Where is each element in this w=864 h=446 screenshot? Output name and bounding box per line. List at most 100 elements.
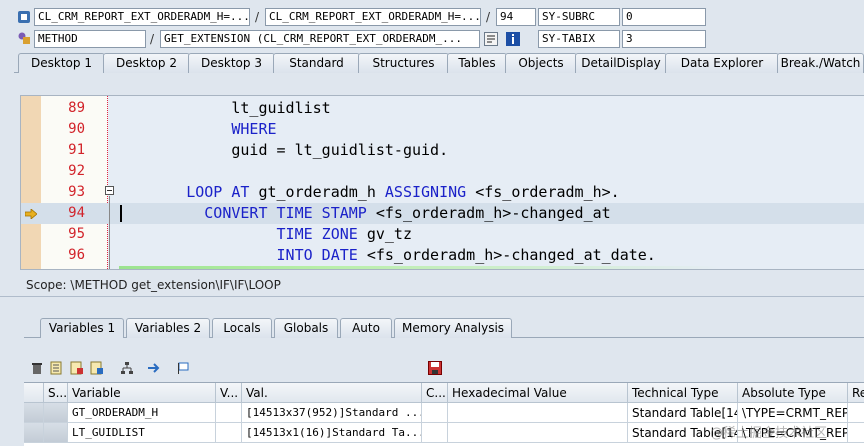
row-selector[interactable] <box>24 403 44 423</box>
table-cell[interactable] <box>216 403 242 423</box>
event-type-field[interactable]: METHOD <box>34 30 146 48</box>
column-header[interactable]: V... <box>216 383 242 403</box>
tab-auto[interactable]: Auto <box>340 318 392 338</box>
hierarchy-icon[interactable] <box>120 361 134 375</box>
watermark: @稀土掘金技术社区 <box>710 426 828 441</box>
column-header[interactable]: Val. <box>242 383 422 403</box>
column-header[interactable]: Variable <box>68 383 216 403</box>
variable-name-cell[interactable]: LT_GUIDLIST <box>68 423 216 443</box>
column-header[interactable]: Re <box>848 383 864 403</box>
separator: / <box>150 32 155 46</box>
include-name-field[interactable]: CL_CRM_REPORT_EXT_ORDERADM_H=... <box>265 8 481 26</box>
save-icon[interactable] <box>428 361 442 375</box>
tab-tables[interactable]: Tables <box>447 53 507 73</box>
code-line[interactable]: 97 CALL FUNCTION 'CRM_STATUS_TEXT_EDIT_L… <box>21 266 864 269</box>
tab-structures[interactable]: Structures <box>358 53 449 73</box>
save-layout-icon[interactable] <box>90 361 104 375</box>
deselect-icon[interactable] <box>70 361 84 375</box>
program-name-field[interactable]: CL_CRM_REPORT_EXT_ORDERADM_H=... <box>34 8 250 26</box>
code-token: <fs_orderadm_h>-changed_at_date. <box>357 246 656 264</box>
tab-locals[interactable]: Locals <box>212 318 272 338</box>
line-number-field[interactable]: 94 <box>496 8 536 26</box>
table-cell[interactable] <box>44 403 68 423</box>
keyword: WHERE <box>231 120 277 138</box>
tab-data-explorer[interactable]: Data Explorer <box>665 53 779 73</box>
flag-icon[interactable] <box>176 361 190 375</box>
tab-variables-2[interactable]: Variables 2 <box>126 318 210 338</box>
fold-marker-icon[interactable] <box>105 186 114 195</box>
table-cell[interactable] <box>848 403 864 423</box>
table-cell[interactable] <box>44 423 68 443</box>
code-line[interactable]: 93 LOOP AT gt_orderadm_h ASSIGNING <fs_o… <box>21 182 864 203</box>
row-selector[interactable] <box>24 423 44 443</box>
tab-standard[interactable]: Standard <box>273 53 360 73</box>
table-cell[interactable] <box>848 423 864 443</box>
table-cell[interactable] <box>448 423 628 443</box>
code-line[interactable]: 90 WHERE <box>21 119 864 140</box>
column-header[interactable]: C... <box>422 383 448 403</box>
code-line[interactable]: 91 guid = lt_guidlist-guid. <box>21 140 864 161</box>
code-line[interactable]: 94 CONVERT TIME STAMP <fs_orderadm_h>-ch… <box>21 203 864 224</box>
source-code-editor[interactable]: 89 lt_guidlist 90 WHERE 91 guid = lt_guidl… <box>20 95 864 270</box>
code-line[interactable]: 95 TIME ZONE gv_tz <box>21 224 864 245</box>
fold-guide <box>109 196 110 269</box>
code-line[interactable]: 89 lt_guidlist <box>21 98 864 119</box>
tab-objects[interactable]: Objects <box>505 53 577 73</box>
line-number: 96 <box>68 247 85 263</box>
execution-pointer-icon <box>24 208 38 220</box>
table-cell[interactable] <box>422 403 448 423</box>
variable-value-cell[interactable]: [14513x1(16)]Standard Ta... <box>242 423 422 443</box>
code-text: TIME ZONE gv_tz <box>123 224 412 245</box>
keyword: LOOP AT <box>186 183 250 201</box>
code-token: <fs_orderadm_h>. <box>466 183 620 201</box>
source-display-icon[interactable] <box>484 32 498 46</box>
tab-break-watch[interactable]: Break./Watch <box>777 53 864 73</box>
method-icon <box>17 31 31 45</box>
tab-variables-1[interactable]: Variables 1 <box>40 318 124 338</box>
tab-desktop-3[interactable]: Desktop 3 <box>188 53 275 73</box>
variable-name-cell[interactable]: GT_ORDERADM_H <box>68 403 216 423</box>
table-cell[interactable]: \TYPE=CRMT_REP... <box>738 403 848 423</box>
tab-desktop-2[interactable]: Desktop 2 <box>103 53 190 73</box>
table-cell[interactable]: Standard Table[14... <box>628 403 738 423</box>
variable-value-cell[interactable]: [14513x37(952)]Standard ... <box>242 403 422 423</box>
sy-subrc-value[interactable]: 0 <box>622 8 706 26</box>
navigate-icon[interactable] <box>147 361 161 375</box>
column-header[interactable]: S... <box>44 383 68 403</box>
code-token: gv_tz <box>357 225 412 243</box>
code-line[interactable]: 96 INTO DATE <fs_orderadm_h>-changed_at_… <box>21 245 864 266</box>
code-line[interactable]: 92 <box>21 161 864 182</box>
sy-tabix-value[interactable]: 3 <box>622 30 706 48</box>
code-token: CALL FUNCTION 'CRM_STATUS_TEXT_EDIT_LONG… <box>123 267 547 269</box>
column-header[interactable]: Hexadecimal Value <box>448 383 628 403</box>
sy-subrc-label: SY-SUBRC <box>538 8 620 26</box>
keyword: INTO DATE <box>276 246 358 264</box>
line-number: 89 <box>68 100 85 116</box>
code-token: lt_guidlist <box>123 99 331 117</box>
code-text: LOOP AT gt_orderadm_h ASSIGNING <fs_orde… <box>123 182 620 203</box>
line-number: 95 <box>68 226 85 242</box>
code-text: INTO DATE <fs_orderadm_h>-changed_at_dat… <box>123 245 656 266</box>
delete-icon[interactable] <box>30 361 44 375</box>
table-cell[interactable] <box>216 423 242 443</box>
tab-globals[interactable]: Globals <box>274 318 338 338</box>
column-header[interactable]: Absolute Type <box>738 383 848 403</box>
select-all-icon[interactable] <box>50 361 64 375</box>
tab-desktop-1[interactable]: Desktop 1 <box>18 53 105 73</box>
event-name-field[interactable]: GET_EXTENSION (CL_CRM_REPORT_EXT_ORDERAD… <box>160 30 480 48</box>
table-cell[interactable] <box>422 423 448 443</box>
panel-divider <box>0 296 864 297</box>
program-icon <box>17 10 31 24</box>
code-text: CALL FUNCTION 'CRM_STATUS_TEXT_EDIT_LONG… <box>123 266 547 269</box>
table-cell[interactable] <box>448 403 628 423</box>
tab-memory-analysis[interactable]: Memory Analysis <box>394 318 512 338</box>
column-header[interactable]: Technical Type <box>628 383 738 403</box>
row-selector-header[interactable] <box>24 383 44 403</box>
keyword: TIME ZONE <box>276 225 358 243</box>
tab-detaildisplay[interactable]: DetailDisplay <box>575 53 667 73</box>
info-icon[interactable] <box>506 32 520 46</box>
sy-tabix-label: SY-TABIX <box>538 30 620 48</box>
line-number: 93 <box>68 184 85 200</box>
